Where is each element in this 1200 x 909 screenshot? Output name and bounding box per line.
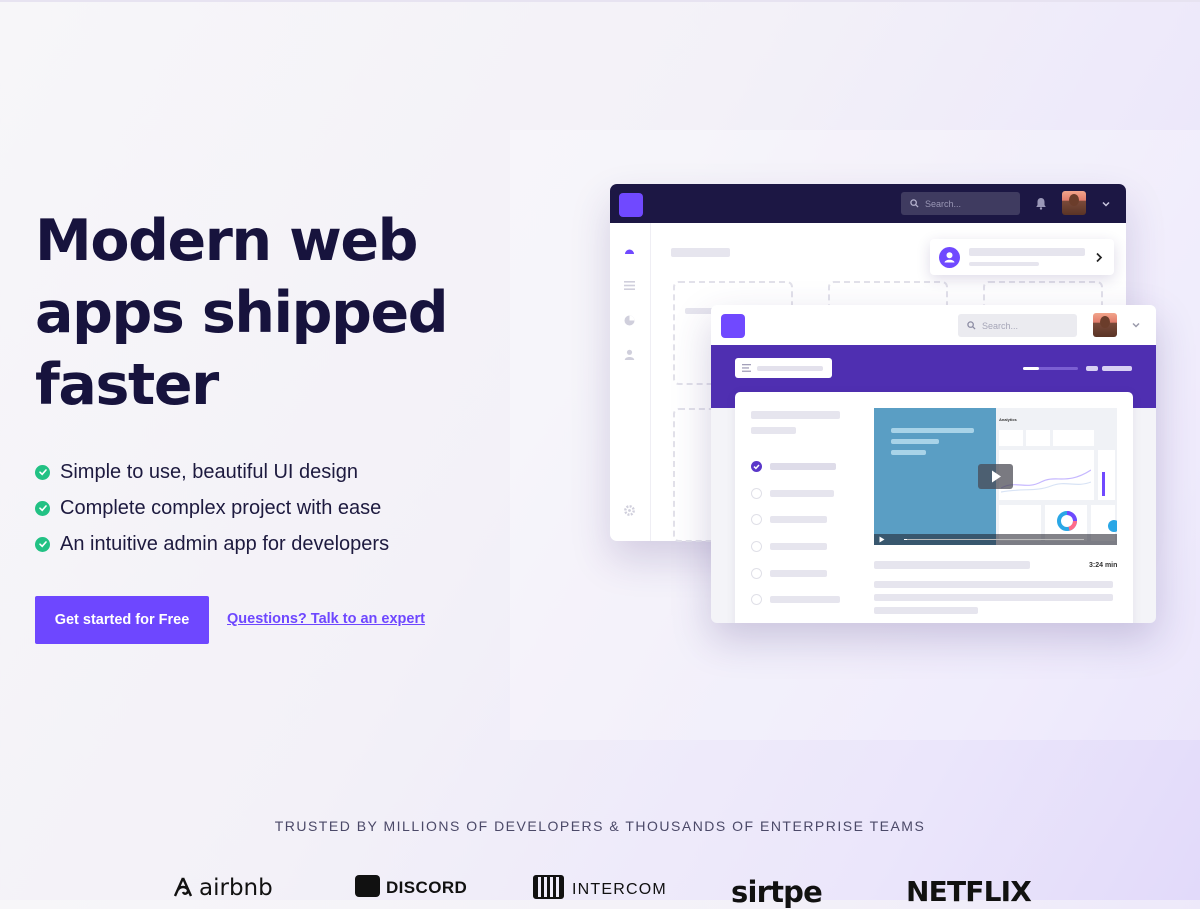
back-window-topbar [610,184,1126,223]
video-duration: 3:24 min [1089,562,1118,569]
description-placeholder [874,594,1113,601]
play-icon [751,594,762,605]
lesson-label[interactable] [770,596,840,603]
user-icon [624,349,635,360]
tab-placeholder [1102,366,1132,371]
discord-logo: DISCORD [355,875,467,898]
dashboard-icon [625,249,634,254]
feature-text: Complete complex project with ease [60,496,382,519]
lesson-label[interactable] [770,570,827,577]
video-dashboard-preview: Analytics [996,408,1117,545]
hero-title: Modern web apps shipped faster [35,208,449,418]
check-icon [35,464,50,480]
preview-tile [1098,450,1115,500]
preview-tile [1053,430,1094,446]
preview-dot [1108,520,1117,532]
play-icon [751,488,762,499]
front-avatar [1093,313,1117,337]
line-chart-icon [1001,469,1091,493]
play-icon [751,514,762,525]
intercom-logo: INTERCOM [533,875,667,899]
course-title-placeholder [751,411,840,419]
sidebar-divider [650,223,651,541]
feature-list: Simple to use, beautiful UI design Compl… [35,454,389,562]
video-title-line [891,450,926,455]
chevron-right-icon [1096,252,1103,263]
logo-text: airbnb [199,875,273,901]
video-title-placeholder [874,561,1030,569]
intercom-icon [533,875,564,899]
back-avatar [1062,191,1086,215]
feature-text: Simple to use, beautiful UI design [60,460,358,483]
feature-item: An intuitive admin app for developers [35,526,389,562]
preview-tile [999,430,1023,446]
lesson-label[interactable] [770,543,827,550]
chevron-down-icon [1132,322,1140,328]
lesson-complete-icon [751,461,762,472]
talk-to-expert-link[interactable]: Questions? Talk to an expert [227,611,425,627]
chevron-down-icon [1102,201,1110,207]
search-icon [910,199,919,208]
gear-icon [624,505,635,516]
lesson-label[interactable] [770,463,836,470]
airbnb-logo: airbnb [173,875,273,901]
preview-tile [1026,430,1050,446]
get-started-button[interactable]: Get started for Free [35,596,209,644]
preview-heading: Analytics [999,417,1017,422]
front-window-header [711,305,1156,345]
airbnb-icon [173,877,193,897]
play-icon [751,541,762,552]
tab-placeholder [1086,366,1098,371]
course-subtitle-placeholder [751,427,796,434]
check-icon [35,500,50,516]
feature-item: Complete complex project with ease [35,490,389,526]
search-icon [967,321,976,330]
search-placeholder: Search... [982,320,1019,331]
bell-icon [1036,198,1046,210]
pie-chart-icon [624,315,635,326]
app-logo [619,193,643,217]
list-icon [624,281,635,290]
play-icon[interactable] [879,536,885,543]
video-title-line [891,428,974,433]
lesson-label[interactable] [770,490,834,497]
top-border [0,0,1200,2]
play-icon [751,568,762,579]
lesson-label[interactable] [770,516,827,523]
trusted-heading: TRUSTED BY MILLIONS OF DEVELOPERS & THOU… [274,818,926,834]
logo-text: DISCORD [386,878,468,897]
video-title-line [891,439,939,444]
progress-fill [1023,367,1039,370]
donut-chart-icon [1057,511,1077,531]
description-placeholder [874,581,1113,588]
feature-item: Simple to use, beautiful UI design [35,454,389,490]
check-icon [35,536,50,552]
notification-line [969,262,1039,266]
search-placeholder: Search... [925,198,962,209]
video-scrubber[interactable] [904,539,1084,540]
app-logo [721,314,745,338]
description-placeholder [874,607,978,614]
user-avatar-icon [939,247,960,268]
video-scrubber-progress [904,539,907,540]
page-heading-placeholder [671,248,730,257]
netflix-logo: NETFLIX [906,875,1032,908]
logo-text: INTERCOM [572,881,667,898]
preview-bar [1102,472,1105,496]
notification-line [969,248,1085,256]
back-search-input: Search... [901,192,1020,215]
feature-text: An intuitive admin app for developers [60,532,390,555]
menu-placeholder [757,366,823,371]
discord-icon [355,875,380,897]
front-search-input: Search... [958,314,1077,337]
play-icon [992,470,1001,483]
video-controls[interactable] [874,534,1117,545]
menu-icon [742,364,751,372]
stripe-logo: sirtpe [731,875,823,909]
video-play-button[interactable] [978,464,1013,489]
